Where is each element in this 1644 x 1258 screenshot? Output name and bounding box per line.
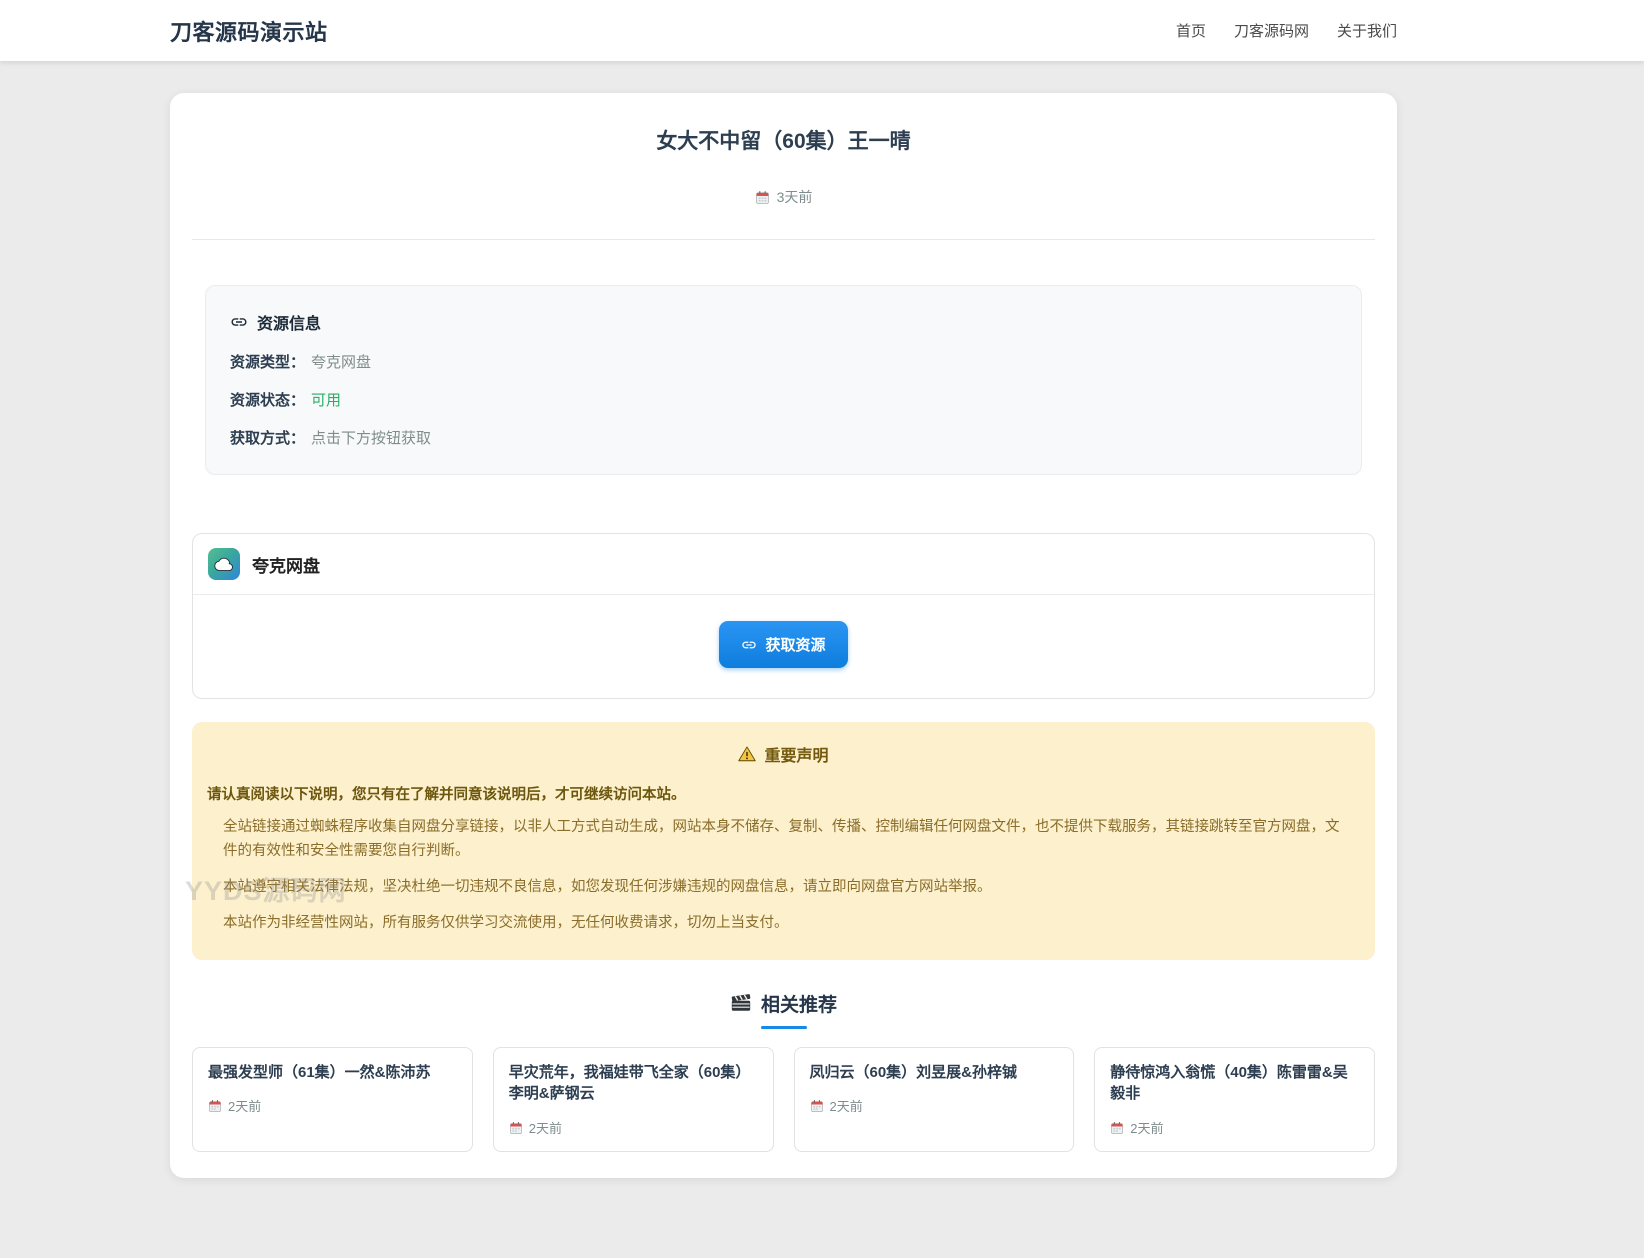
recommend-underline: [760, 1025, 807, 1029]
recommend-item-date: 2天前: [528, 1121, 562, 1137]
page-title: 女大不中留（60集）王一晴: [656, 130, 911, 153]
recommend-grid: 最强发型师（61集）一然&陈沛苏 2天前 早灾荒年，我福娃带飞全家（60集）李明…: [192, 1046, 1375, 1153]
important-notice-box: 重要声明 请认真阅读以下说明，您只有在了解并同意该说明后，才可继续访问本站。 全…: [192, 722, 1375, 960]
netdisk-header: 夸克网盘: [193, 534, 1374, 595]
notice-intro: 请认真阅读以下说明，您只有在了解并同意该说明后，才可继续访问本站。: [207, 787, 686, 803]
resource-status-label: 资源状态：: [230, 392, 306, 409]
netdisk-name: 夸克网盘: [252, 556, 320, 576]
get-resource-label: 获取资源: [765, 637, 826, 654]
recommend-title: 相关推荐: [760, 994, 837, 1016]
netdisk-body: 获取资源: [193, 595, 1374, 698]
calendar-icon: [755, 190, 770, 205]
resource-method-value: 点击下方按钮获取: [311, 430, 432, 447]
article-card: 女大不中留（60集）王一晴 3天前 资源信息 资源类型： 夸克网盘 资源状态： 可用: [170, 93, 1397, 1179]
nav-item-home[interactable]: 首页: [1176, 20, 1206, 41]
quark-netdisk-logo: [208, 548, 240, 580]
site-title: 刀客源码演示站: [170, 19, 328, 45]
resource-type-label: 资源类型：: [230, 354, 306, 371]
recommend-card[interactable]: 早灾荒年，我福娃带飞全家（60集）李明&萨钢云 2天前: [492, 1046, 774, 1153]
recommend-item-date: 2天前: [1130, 1121, 1164, 1137]
article-meta: 3天前: [192, 187, 1375, 207]
notice-heading: 重要声明: [207, 742, 1360, 766]
link-icon: [741, 637, 757, 653]
resource-info-heading: 资源信息: [230, 310, 1337, 334]
notice-title: 重要声明: [764, 748, 829, 765]
calendar-icon: [810, 1099, 824, 1113]
article-header: 女大不中留（60集）王一晴 3天前: [192, 125, 1375, 240]
recommend-item-title: 最强发型师（61集）一然&陈沛苏: [208, 1063, 431, 1081]
notice-paragraph: 本站作为非经营性网站，所有服务仅供学习交流使用，无任何收费请求，切勿上当支付。: [223, 914, 789, 931]
resource-method-label: 获取方式：: [230, 430, 306, 447]
resource-status-row: 资源状态： 可用: [230, 389, 1337, 410]
nav-item-daoke-source[interactable]: 刀客源码网: [1234, 20, 1309, 41]
recommend-item-date: 2天前: [829, 1099, 863, 1115]
recommend-item-meta: 2天前: [1110, 1118, 1359, 1137]
recommend-item-meta: 2天前: [208, 1096, 457, 1115]
recommend-heading: 相关推荐: [192, 990, 1375, 1017]
calendar-icon: [509, 1121, 523, 1135]
netdisk-card: 夸克网盘 获取资源: [192, 533, 1375, 699]
nav-item-about[interactable]: 关于我们: [1337, 20, 1397, 41]
recommend-item-meta: 2天前: [810, 1096, 1059, 1115]
recommend-item-date: 2天前: [228, 1099, 262, 1115]
calendar-icon: [1110, 1121, 1124, 1135]
site-header: 刀客源码演示站 首页 刀客源码网 关于我们: [0, 0, 1644, 61]
recommend-card[interactable]: 凤归云（60集）刘昱展&孙梓铖 2天前: [793, 1046, 1075, 1153]
resource-status-value: 可用: [311, 392, 342, 409]
notice-paragraph: 本站遵守相关法律法规，坚决杜绝一切违规不良信息，如您发现任何涉嫌违规的网盘信息，…: [223, 878, 992, 895]
calendar-icon: [208, 1099, 222, 1113]
clapperboard-icon: [730, 992, 752, 1014]
warning-icon: [738, 745, 757, 763]
resource-info-title: 资源信息: [257, 316, 322, 333]
resource-type-row: 资源类型： 夸克网盘: [230, 351, 1337, 372]
resource-type-value: 夸克网盘: [311, 354, 372, 371]
link-icon: [230, 313, 248, 331]
related-recommendations: 相关推荐 最强发型师（61集）一然&陈沛苏 2天前 早灾荒年，我福娃带飞全家（6…: [192, 990, 1375, 1153]
notice-paragraph: 全站链接通过蜘蛛程序收集自网盘分享链接，以非人工方式自动生成，网站本身不储存、复…: [223, 819, 1340, 859]
recommend-item-meta: 2天前: [509, 1118, 758, 1137]
recommend-card[interactable]: 静待惊鸿入翁慌（40集）陈雷雷&吴毅非 2天前: [1094, 1046, 1375, 1153]
resource-method-row: 获取方式： 点击下方按钮获取: [230, 427, 1337, 448]
resource-info-box: 资源信息 资源类型： 夸克网盘 资源状态： 可用 获取方式： 点击下方按钮获取: [205, 285, 1362, 475]
recommend-item-title: 早灾荒年，我福娃带飞全家（60集）李明&萨钢云: [508, 1063, 751, 1103]
recommend-item-title: 静待惊鸿入翁慌（40集）陈雷雷&吴毅非: [1110, 1063, 1348, 1103]
main-nav: 首页 刀客源码网 关于我们: [1176, 20, 1397, 41]
publish-date: 3天前: [776, 189, 813, 205]
get-resource-button[interactable]: 获取资源: [719, 621, 848, 668]
recommend-card[interactable]: 最强发型师（61集）一然&陈沛苏 2天前: [192, 1046, 473, 1153]
recommend-item-title: 凤归云（60集）刘昱展&孙梓铖: [809, 1063, 1018, 1081]
cloud-icon: [214, 554, 234, 574]
